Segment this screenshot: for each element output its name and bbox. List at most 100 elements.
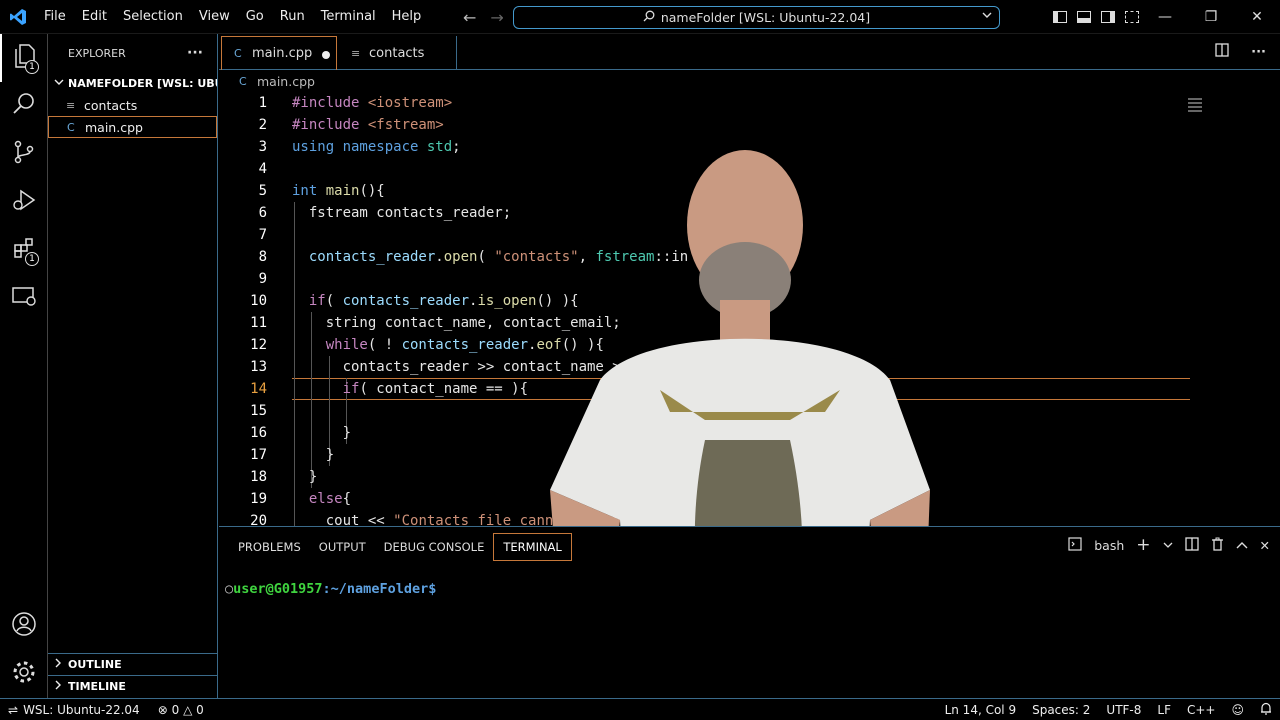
code-token: while (292, 337, 368, 353)
terminal-prompt[interactable]: ○user@G01957:~/nameFolder$ (225, 581, 436, 597)
code-token: ( (477, 249, 495, 265)
split-editor-icon[interactable] (1215, 43, 1229, 61)
menu-item-selection[interactable]: Selection (115, 0, 191, 34)
tab-contacts[interactable]: ≡ contacts (339, 36, 457, 70)
minimap[interactable] (1188, 98, 1202, 118)
line-number: 19 (250, 491, 267, 507)
remote-explorer-activity[interactable] (0, 274, 48, 322)
file-item-contacts[interactable]: ≡ contacts (48, 94, 217, 116)
split-terminal-icon[interactable] (1184, 536, 1199, 554)
extensions-activity[interactable]: 1 (0, 226, 48, 274)
feedback-icon[interactable]: ☺ (1223, 703, 1252, 717)
folder-name: NAMEFOLDER [WSL: UBU... (68, 76, 217, 90)
menu-item-run[interactable]: Run (272, 0, 313, 34)
outline-section[interactable]: OUTLINE (48, 653, 217, 675)
more-actions-icon[interactable]: ··· (187, 45, 203, 61)
code-token: () ){ (536, 293, 579, 309)
accounts-activity[interactable] (0, 602, 48, 650)
toggle-panel-icon[interactable] (1077, 11, 1091, 23)
editor-tab-bar: C main.cpp ≡ contacts ··· (219, 34, 1280, 70)
unsaved-dot-icon[interactable] (322, 51, 330, 59)
terminal-shell-label[interactable]: bash (1094, 538, 1124, 553)
search-activity[interactable] (0, 82, 48, 130)
tab-main-cpp[interactable]: C main.cpp (221, 36, 337, 70)
file-item-main-cpp[interactable]: C main.cpp (48, 116, 217, 138)
problems-status[interactable]: ⊗ 0 △ 0 (148, 703, 214, 717)
chevron-down-icon[interactable] (1163, 538, 1173, 553)
line-number: 14 (250, 381, 267, 397)
source-control-activity[interactable] (0, 130, 48, 178)
line-number: 11 (250, 315, 267, 331)
encoding[interactable]: UTF-8 (1098, 703, 1149, 717)
run-debug-activity[interactable] (0, 178, 48, 226)
terminal-icon[interactable] (1068, 536, 1082, 554)
window-controls: — ❐ ✕ (1142, 0, 1280, 34)
command-center[interactable]: nameFolder [WSL: Ubuntu-22.04] (513, 6, 1000, 29)
menu-item-terminal[interactable]: Terminal (313, 0, 384, 34)
breadcrumb[interactable]: C main.cpp (219, 71, 315, 91)
code-token: (){ (359, 183, 385, 199)
text-file-icon: ≡ (351, 46, 361, 60)
code-token: string contact_name, contact_email; (292, 315, 621, 331)
menu-item-go[interactable]: Go (238, 0, 272, 34)
menu-item-edit[interactable]: Edit (74, 0, 115, 34)
line-code: } (292, 444, 334, 466)
panel-tab-problems[interactable]: PROBLEMS (229, 533, 310, 561)
line-code: contacts_reader.open( "contacts", fstrea… (292, 246, 714, 268)
menu-item-help[interactable]: Help (384, 0, 430, 34)
close-button[interactable]: ✕ (1234, 0, 1280, 34)
line-number: 12 (250, 337, 267, 353)
code-token: , (578, 249, 596, 265)
layout-controls (1053, 0, 1139, 34)
navigation-arrows: ← → (463, 0, 504, 34)
code-token: eof (536, 337, 562, 353)
code-token: #include (292, 95, 368, 111)
code-token: fstream contacts_reader; (292, 205, 512, 221)
timeline-section[interactable]: TIMELINE (48, 675, 217, 697)
code-token: contacts_reader (342, 293, 470, 309)
new-terminal-icon[interactable]: + (1136, 535, 1150, 555)
restore-button[interactable]: ❐ (1188, 0, 1234, 34)
indentation[interactable]: Spaces: 2 (1024, 703, 1098, 717)
line-code: cout << "Contacts file cannot be opened.… (292, 510, 697, 526)
trash-icon[interactable] (1211, 537, 1224, 554)
back-arrow-icon[interactable]: ← (463, 8, 476, 27)
code-line: 14 if( contact_name == ){ (219, 378, 1219, 400)
bell-icon[interactable] (1252, 702, 1280, 718)
code-token: ; (688, 513, 697, 526)
code-token: } (292, 447, 335, 463)
cursor-position[interactable]: Ln 14, Col 9 (937, 703, 1025, 717)
maximize-panel-icon[interactable] (1236, 538, 1248, 553)
customize-layout-icon[interactable] (1125, 11, 1139, 23)
code-token: ( (325, 293, 343, 309)
command-center-label: nameFolder [WSL: Ubuntu-22.04] (660, 10, 871, 25)
menu-item-file[interactable]: File (36, 0, 74, 34)
chevron-right-icon (54, 680, 62, 693)
remote-label: WSL: Ubuntu-22.04 (23, 702, 140, 717)
code-token: else (292, 491, 343, 507)
toggle-secondary-sidebar-icon[interactable] (1101, 11, 1115, 23)
explorer-activity[interactable]: 1 (0, 34, 48, 82)
language-mode[interactable]: C++ (1179, 703, 1224, 717)
menu-item-view[interactable]: View (191, 0, 238, 34)
toggle-primary-sidebar-icon[interactable] (1053, 11, 1067, 23)
line-code: if( contacts_reader.is_open() ){ (292, 290, 579, 312)
close-panel-icon[interactable]: ✕ (1260, 538, 1270, 553)
folder-header[interactable]: NAMEFOLDER [WSL: UBU... (48, 72, 217, 94)
code-line: 6 fstream contacts_reader; (219, 202, 1219, 224)
tab-label: main.cpp (252, 46, 313, 61)
end-of-line[interactable]: LF (1149, 703, 1179, 717)
code-editor[interactable]: 1 #include <iostream> 2 #include <fstream> 3… (219, 92, 1280, 526)
manage-activity[interactable] (0, 650, 48, 698)
panel-tab-output[interactable]: OUTPUT (310, 533, 375, 561)
code-token: int (292, 183, 326, 199)
more-actions-icon[interactable]: ··· (1251, 45, 1266, 60)
panel-tab-terminal[interactable]: TERMINAL (493, 533, 572, 561)
chevron-down-icon[interactable] (981, 9, 993, 24)
forward-arrow-icon[interactable]: → (490, 8, 503, 27)
remote-indicator[interactable]: ⇌ WSL: Ubuntu-22.04 (0, 699, 148, 720)
panel-tab-debug-console[interactable]: DEBUG CONSOLE (375, 533, 494, 561)
minimize-button[interactable]: — (1142, 0, 1188, 34)
code-token: () ){ (561, 337, 604, 353)
code-token: . (435, 249, 444, 265)
